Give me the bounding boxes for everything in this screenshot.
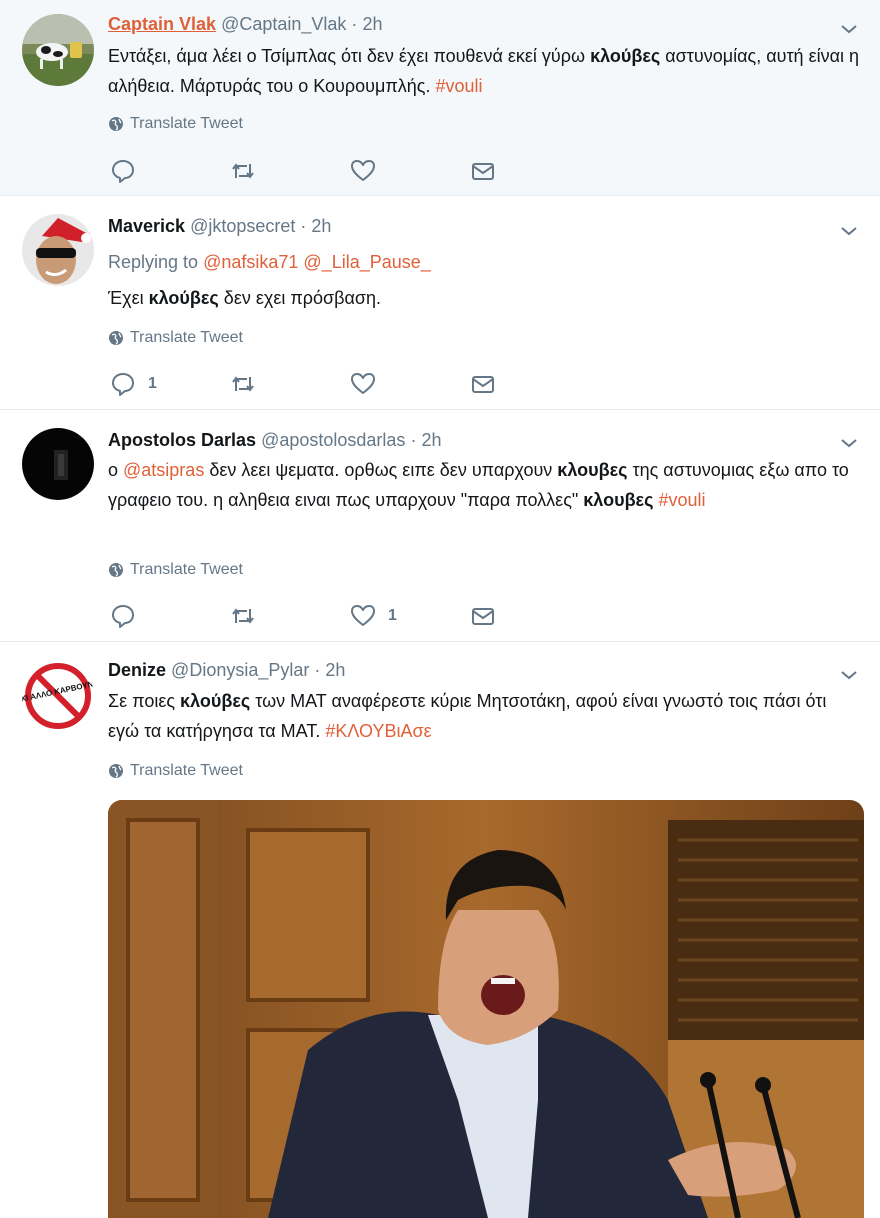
direct-message-button[interactable] bbox=[470, 602, 496, 630]
envelope-icon bbox=[472, 376, 494, 393]
user-handle[interactable]: @Captain_Vlak bbox=[221, 14, 346, 34]
reply-icon bbox=[112, 373, 134, 396]
like-button[interactable] bbox=[350, 370, 388, 398]
reply-button[interactable] bbox=[110, 157, 148, 185]
tweet-3[interactable]: Apostolos Darlas @apostolosdarlas · 2h ο… bbox=[0, 410, 880, 642]
mention-link[interactable]: @_Lila_Pause_ bbox=[303, 252, 430, 272]
user-handle[interactable]: @apostolosdarlas bbox=[261, 430, 405, 450]
timestamp[interactable]: 2h bbox=[362, 14, 382, 34]
highlighted-keyword: κλούβες bbox=[180, 691, 251, 711]
reply-icon bbox=[112, 605, 134, 628]
globe-icon bbox=[109, 764, 123, 778]
avatar[interactable] bbox=[22, 14, 94, 86]
display-name[interactable]: Apostolos Darlas bbox=[108, 430, 256, 450]
heart-icon bbox=[351, 160, 375, 181]
tweet-header: Captain Vlak @Captain_Vlak · 2h bbox=[108, 14, 382, 35]
separator-dot: · bbox=[410, 430, 417, 450]
tweet-actions bbox=[110, 157, 530, 185]
replying-to: Replying to @nafsika71 @_Lila_Pause_ bbox=[108, 252, 431, 272]
hashtag-link[interactable]: #vouli bbox=[658, 490, 705, 510]
envelope-icon bbox=[472, 608, 494, 625]
user-handle[interactable]: @Dionysia_Pylar bbox=[171, 660, 309, 680]
tweet-text: ο @atsipras δεν λεει ψεματα. ορθως ειπε … bbox=[108, 460, 849, 510]
retweet-icon bbox=[232, 608, 254, 624]
heart-icon bbox=[351, 373, 375, 394]
tweet-2[interactable]: Maverick @jktopsecret · 2h Replying to @… bbox=[0, 196, 880, 410]
hashtag-link[interactable]: #vouli bbox=[435, 76, 482, 96]
avatar[interactable]: ΟΧΙ ΑΛΛΟ ΚΑΡΒΟΥΝΟ bbox=[22, 660, 94, 732]
tweet-text: Έχει κλούβες δεν εχει πρόσβαση. bbox=[108, 288, 381, 308]
mention-link[interactable]: @nafsika71 bbox=[203, 252, 298, 272]
direct-message-button[interactable] bbox=[470, 157, 496, 185]
retweet-icon bbox=[232, 163, 254, 179]
tweet-header: Apostolos Darlas @apostolosdarlas · 2h bbox=[108, 430, 441, 451]
display-name[interactable]: Maverick bbox=[108, 216, 185, 236]
user-handle[interactable]: @jktopsecret bbox=[190, 216, 295, 236]
tweet-text: Σε ποιες κλούβες των ΜΑΤ αναφέρεστε κύρι… bbox=[108, 691, 827, 741]
reply-button[interactable]: 1 bbox=[110, 370, 157, 398]
highlighted-keyword: κλουβες bbox=[557, 460, 628, 480]
highlighted-keyword: κλούβες bbox=[590, 46, 661, 66]
separator-dot: · bbox=[351, 14, 358, 34]
retweet-button[interactable] bbox=[230, 370, 256, 398]
tweet-actions: 1 bbox=[110, 602, 530, 630]
highlighted-keyword: κλουβες bbox=[583, 489, 654, 510]
chevron-down-icon[interactable] bbox=[840, 434, 858, 452]
separator-dot: · bbox=[300, 216, 307, 236]
avatar[interactable] bbox=[22, 428, 94, 500]
tweet-1[interactable]: Captain Vlak @Captain_Vlak · 2h Εντάξει,… bbox=[0, 0, 880, 196]
chevron-down-icon[interactable] bbox=[840, 222, 858, 240]
timestamp[interactable]: 2h bbox=[421, 430, 441, 450]
retweet-icon bbox=[232, 376, 254, 392]
translate-tweet-link[interactable]: Translate Tweet bbox=[108, 115, 243, 133]
translate-tweet-link[interactable]: Translate Tweet bbox=[108, 762, 243, 780]
display-name[interactable]: Captain Vlak bbox=[108, 14, 216, 34]
retweet-button[interactable] bbox=[230, 157, 256, 185]
tweet-header: Denize @Dionysia_Pylar · 2h bbox=[108, 660, 345, 681]
timestamp[interactable]: 2h bbox=[311, 216, 331, 236]
globe-icon bbox=[109, 563, 123, 577]
globe-icon bbox=[109, 117, 123, 131]
separator-dot: · bbox=[314, 660, 321, 680]
mention-link[interactable]: @atsipras bbox=[123, 460, 204, 480]
globe-icon bbox=[109, 331, 123, 345]
heart-icon bbox=[351, 605, 375, 626]
display-name[interactable]: Denize bbox=[108, 660, 166, 680]
like-count: 1 bbox=[388, 607, 397, 624]
like-button[interactable] bbox=[350, 157, 388, 185]
reply-icon bbox=[112, 160, 134, 183]
retweet-button[interactable] bbox=[230, 602, 256, 630]
reply-count: 1 bbox=[148, 375, 157, 392]
tweet-actions: 1 bbox=[110, 370, 530, 398]
tweet-photo[interactable] bbox=[108, 800, 864, 1218]
tweet-header: Maverick @jktopsecret · 2h bbox=[108, 216, 331, 237]
translate-tweet-link[interactable]: Translate Tweet bbox=[108, 561, 243, 579]
hashtag-link[interactable]: #ΚΛΟΥΒιΑσε bbox=[325, 721, 431, 741]
reply-button[interactable] bbox=[110, 602, 148, 630]
avatar[interactable] bbox=[22, 214, 94, 286]
direct-message-button[interactable] bbox=[470, 370, 496, 398]
like-button[interactable]: 1 bbox=[350, 602, 397, 630]
tweet-4[interactable]: ΟΧΙ ΑΛΛΟ ΚΑΡΒΟΥΝΟ Denize @Dionysia_Pylar… bbox=[0, 642, 880, 1218]
chevron-down-icon[interactable] bbox=[840, 666, 858, 684]
chevron-down-icon[interactable] bbox=[840, 20, 858, 38]
translate-tweet-link[interactable]: Translate Tweet bbox=[108, 329, 243, 347]
highlighted-keyword: κλούβες bbox=[148, 288, 219, 308]
timestamp[interactable]: 2h bbox=[325, 660, 345, 680]
tweet-text: Εντάξει, άμα λέει ο Τσίμπλας ότι δεν έχε… bbox=[108, 46, 860, 96]
envelope-icon bbox=[472, 163, 494, 180]
